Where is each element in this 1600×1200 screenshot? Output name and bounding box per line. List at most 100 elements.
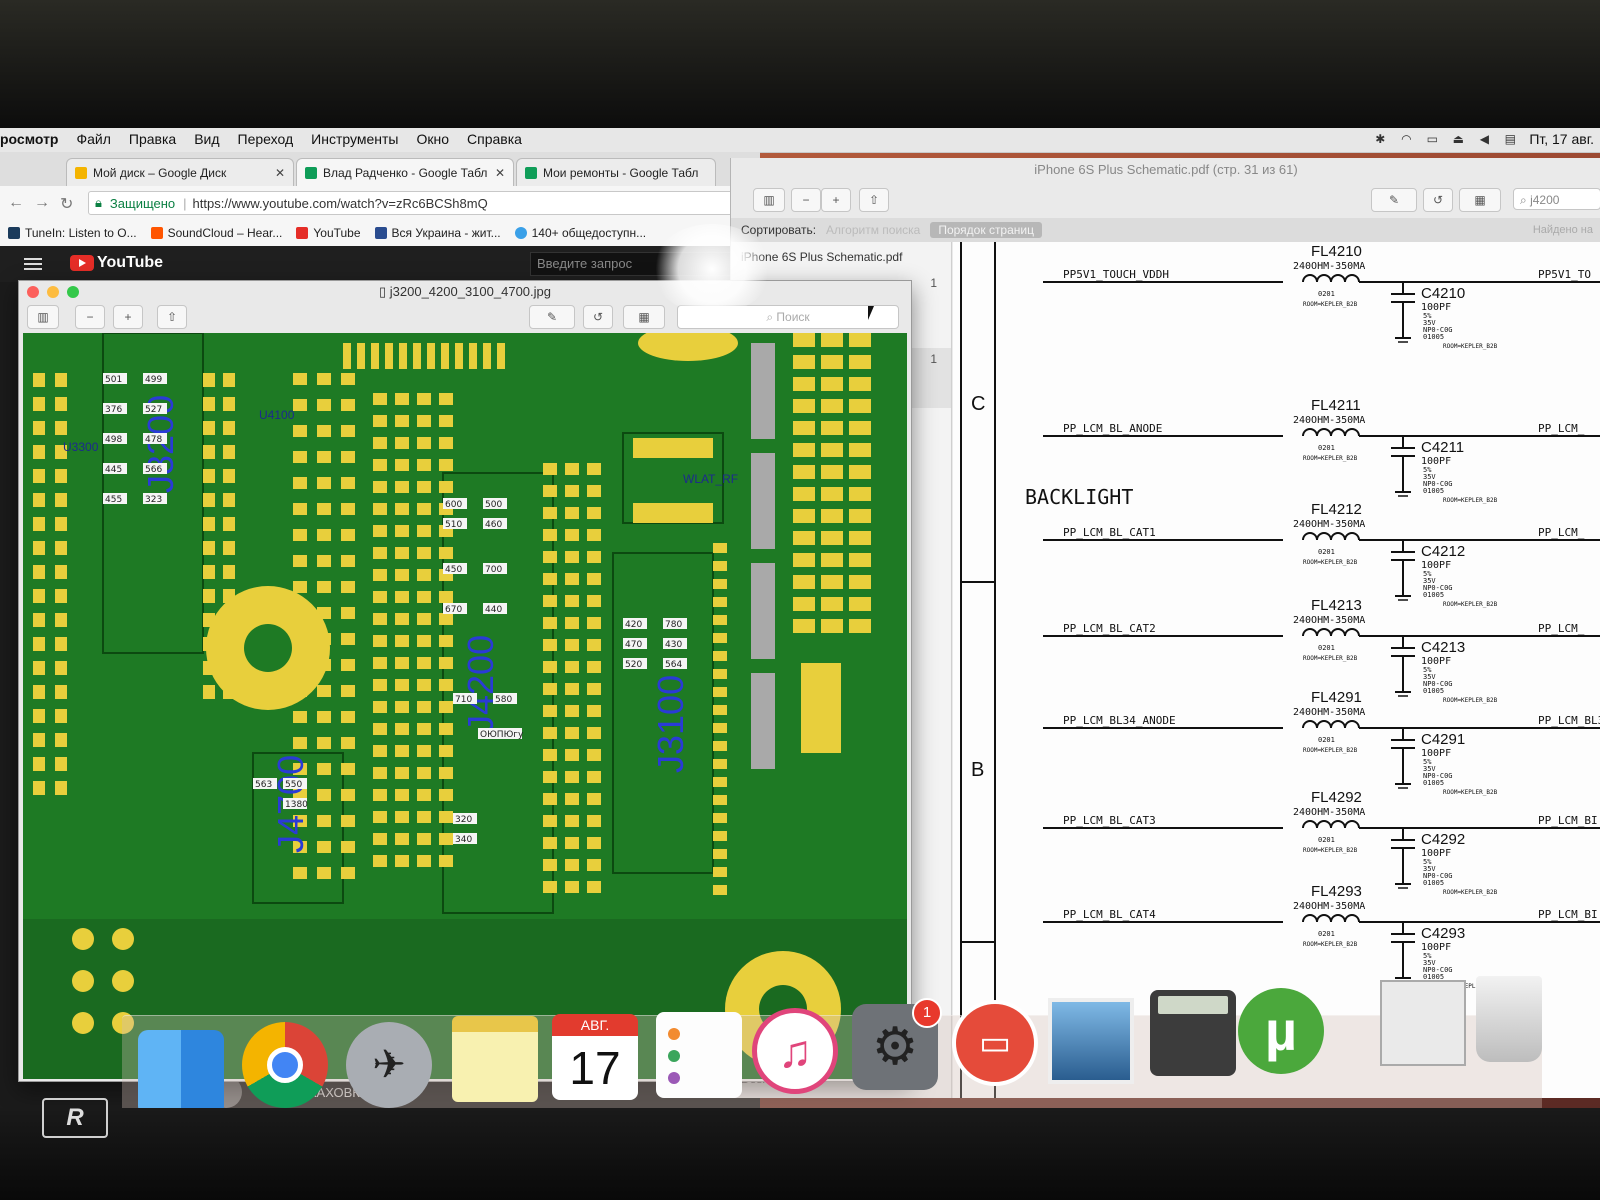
close-window-icon[interactable] bbox=[27, 286, 39, 298]
back-icon[interactable]: ← bbox=[8, 194, 24, 212]
markup-icon[interactable]: ✎ bbox=[1371, 188, 1417, 212]
tab-sheet-repairs[interactable]: Мои ремонты - Google Табл bbox=[516, 158, 716, 186]
pcb-pad bbox=[373, 437, 387, 449]
notes-icon[interactable] bbox=[452, 1016, 538, 1102]
tab-sheet-vlad[interactable]: Влад Радченко - Google Табл ✕ bbox=[296, 158, 514, 186]
pdf-window-title: iPhone 6S Plus Schematic.pdf (стр. 31 из… bbox=[1034, 162, 1298, 177]
reload-icon[interactable]: ↻ bbox=[60, 194, 73, 214]
zoom-in-icon[interactable]: + bbox=[821, 188, 851, 212]
share-icon[interactable]: ⇧ bbox=[859, 188, 889, 212]
youtube-icon bbox=[296, 227, 309, 239]
preview-icon[interactable] bbox=[1048, 998, 1134, 1084]
finder-icon[interactable] bbox=[138, 1030, 224, 1116]
net-label: PP5V1_TOUCH_VDDH bbox=[1063, 268, 1169, 281]
inductor-coil bbox=[1344, 428, 1360, 437]
close-icon[interactable]: ✕ bbox=[275, 166, 285, 180]
youtube-logo[interactable]: YouTube bbox=[70, 254, 163, 272]
inductor-coil bbox=[1344, 274, 1360, 283]
flag-icon[interactable]: ▤ bbox=[1503, 132, 1517, 146]
pcb-pad bbox=[417, 503, 431, 515]
pcb-pad bbox=[371, 343, 379, 369]
menu-window[interactable]: Окно bbox=[416, 131, 449, 147]
bookmark-soundcloud[interactable]: SoundCloud – Hear... bbox=[150, 226, 282, 240]
pcb-pad bbox=[565, 551, 579, 563]
bookmark-tunein[interactable]: TuneIn: Listen to O... bbox=[8, 226, 137, 240]
zoom-out-icon[interactable]: − bbox=[75, 305, 105, 329]
toolbox-icon[interactable]: ▦ bbox=[1459, 188, 1501, 212]
pcb-pad bbox=[413, 343, 421, 369]
utorrent-icon[interactable]: µ bbox=[1238, 988, 1324, 1074]
markup-icon[interactable]: ✎ bbox=[529, 305, 575, 329]
menu-help[interactable]: Справка bbox=[467, 131, 522, 147]
bluetooth-icon[interactable]: ✱ bbox=[1373, 132, 1387, 146]
minimize-window-icon[interactable] bbox=[47, 286, 59, 298]
url-text[interactable]: https://www.youtube.com/watch?v=zRc6BCSh… bbox=[193, 196, 488, 211]
pcb-pad bbox=[317, 737, 331, 749]
pcb-pad bbox=[587, 749, 601, 761]
pcb-pad bbox=[439, 679, 453, 691]
zoom-in-icon[interactable]: + bbox=[113, 305, 143, 329]
address-bar[interactable]: 🔒︎ Защищено | https://www.youtube.com/wa… bbox=[88, 191, 748, 215]
documents-stack-icon[interactable] bbox=[1380, 980, 1466, 1066]
menu-go[interactable]: Переход bbox=[238, 131, 294, 147]
room-label: ROOM=KEPLER_B2B bbox=[1443, 697, 1498, 704]
calendar-icon[interactable]: АВГ. 17 bbox=[552, 1014, 638, 1100]
inductor-rating: 240OHM-350MA bbox=[1293, 415, 1365, 426]
zoom-out-icon[interactable]: − bbox=[791, 188, 821, 212]
inductor-coil bbox=[1344, 820, 1360, 829]
menu-tools[interactable]: Инструменты bbox=[311, 131, 398, 147]
share-icon[interactable]: ⇧ bbox=[157, 305, 187, 329]
rotate-icon[interactable]: ↺ bbox=[1423, 188, 1453, 212]
toolbox-icon[interactable]: ▦ bbox=[623, 305, 665, 329]
wifi-icon[interactable]: ◠ bbox=[1399, 132, 1413, 146]
pdf-search-input[interactable]: ⌕ j4200 bbox=[1513, 188, 1600, 210]
component-label: J4200 bbox=[460, 635, 501, 733]
volume-icon[interactable]: ◀ bbox=[1477, 132, 1491, 146]
bookmark-youtube[interactable]: YouTube bbox=[296, 226, 361, 240]
pcb-pad bbox=[341, 451, 355, 463]
pcb-pad bbox=[713, 759, 727, 769]
room-label: ROOM=KEPLER_B2B bbox=[1303, 747, 1358, 754]
mounting-hole bbox=[638, 333, 738, 361]
rotate-icon[interactable]: ↺ bbox=[583, 305, 613, 329]
tab-google-drive[interactable]: Мой диск – Google Диск ✕ bbox=[66, 158, 294, 186]
pcb-pad bbox=[341, 425, 355, 437]
close-icon[interactable]: ✕ bbox=[495, 166, 505, 180]
value-text: 710 bbox=[455, 695, 472, 705]
pcb-pad bbox=[417, 481, 431, 493]
pcb-pad bbox=[203, 445, 215, 459]
airplay-icon[interactable]: ▭ bbox=[1425, 132, 1439, 146]
menu-view[interactable]: Вид bbox=[194, 131, 219, 147]
room-label: ROOM=KEPLER_B2B bbox=[1443, 889, 1498, 896]
sidebar-toggle-icon[interactable]: ▥ bbox=[27, 305, 59, 329]
eject-icon[interactable]: ⏏ bbox=[1451, 132, 1465, 146]
chrome-icon[interactable] bbox=[242, 1022, 328, 1108]
pcb-pad bbox=[55, 685, 67, 699]
forward-icon[interactable]: → bbox=[34, 194, 50, 212]
zoom-window-icon[interactable] bbox=[67, 286, 79, 298]
clock[interactable]: Пт, 17 авг. bbox=[1529, 131, 1594, 147]
capacitor-ref: C4291 bbox=[1421, 731, 1465, 748]
inductor-coil bbox=[1302, 274, 1318, 283]
menu-app-name[interactable]: росмотр bbox=[0, 131, 59, 147]
itunes-icon[interactable]: ♫ bbox=[752, 1008, 838, 1094]
bookmark-ukraine[interactable]: Вся Украина - жит... bbox=[374, 226, 501, 240]
sort-by-page-order[interactable]: Порядок страниц bbox=[930, 222, 1042, 238]
sidebar-toggle-icon[interactable]: ▥ bbox=[753, 188, 785, 212]
pcb-pad bbox=[821, 575, 843, 589]
pcb-pad bbox=[439, 591, 453, 603]
pcb-pad bbox=[543, 683, 557, 695]
pcb-pad bbox=[317, 841, 331, 853]
calculator-icon[interactable] bbox=[1150, 990, 1236, 1076]
reminders-icon[interactable] bbox=[656, 1012, 742, 1098]
trash-icon[interactable] bbox=[1476, 976, 1542, 1062]
menu-icon[interactable] bbox=[24, 258, 42, 270]
screen-sharing-icon[interactable]: ▭ bbox=[952, 1000, 1038, 1086]
bookmark-140[interactable]: 140+ общедоступн... bbox=[514, 226, 646, 240]
menu-edit[interactable]: Правка bbox=[129, 131, 176, 147]
menu-file[interactable]: Файл bbox=[77, 131, 111, 147]
pcb-pad bbox=[439, 657, 453, 669]
pcb-pad bbox=[373, 503, 387, 515]
sort-by-relevance[interactable]: Алгоритм поиска bbox=[826, 223, 920, 237]
launchpad-icon[interactable]: ✈ bbox=[346, 1022, 432, 1108]
